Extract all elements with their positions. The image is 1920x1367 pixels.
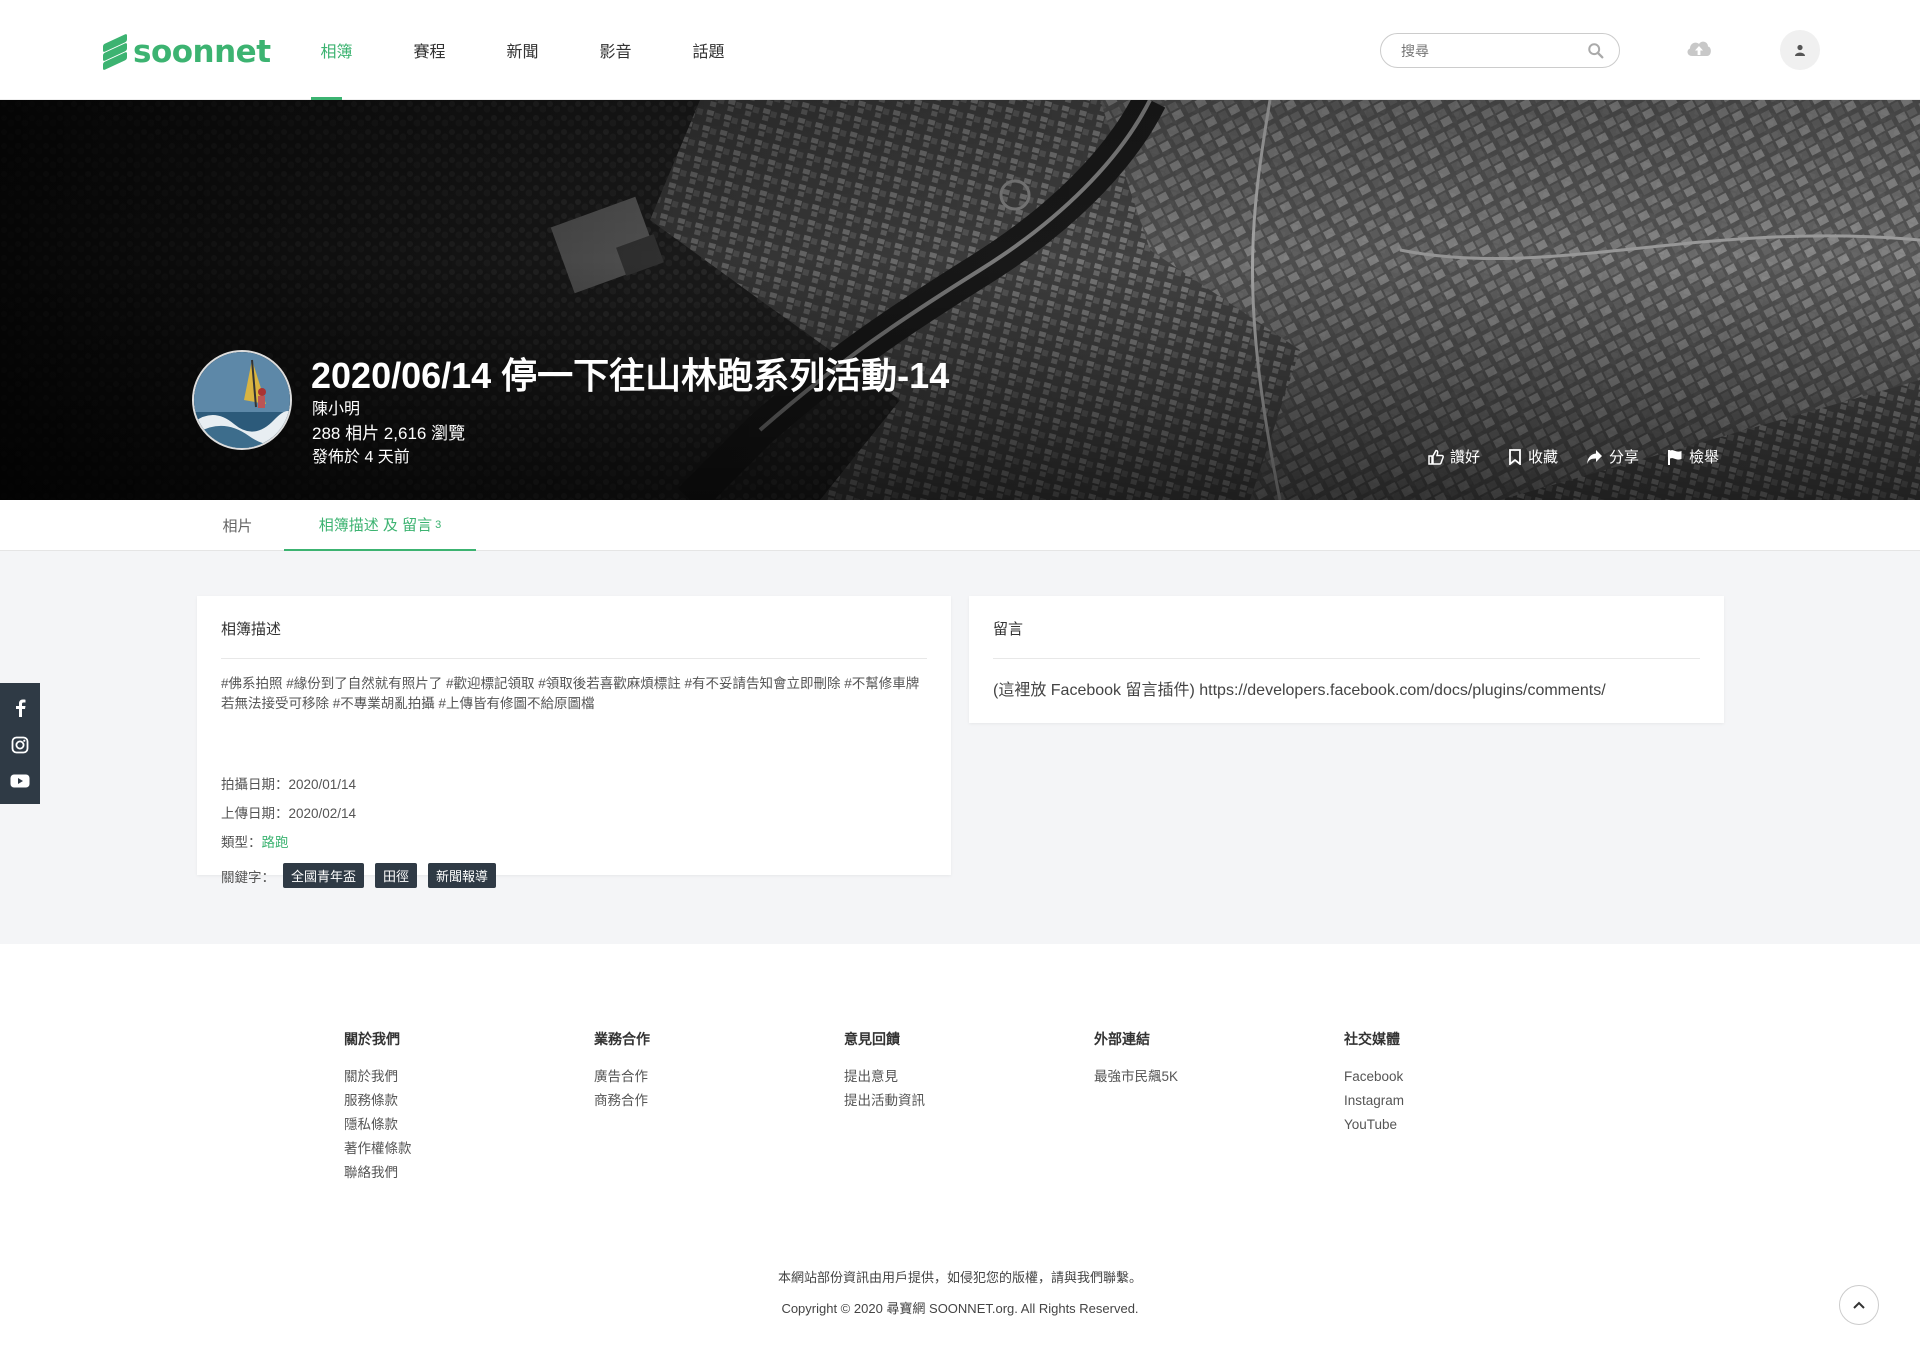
thumbs-up-icon (1428, 449, 1444, 465)
album-actions: 讚好 收藏 分享 檢舉 (1428, 446, 1747, 467)
keywords-label: 關鍵字： (221, 869, 275, 885)
share-label: 分享 (1609, 449, 1640, 466)
footer-col-external: 外部連結 最強市民飆5K (1094, 1029, 1178, 1089)
album-author[interactable]: 陳小明 (312, 395, 360, 419)
divider (221, 658, 927, 659)
like-label: 讚好 (1450, 449, 1481, 466)
footer-col-social: 社交媒體 Facebook Instagram YouTube (1344, 1029, 1404, 1137)
site-logo[interactable]: soonnet (103, 33, 271, 71)
shot-date-row: 拍攝日期：2020/01/14 (221, 773, 356, 793)
footer-link[interactable]: 商務合作 (594, 1089, 650, 1113)
bookmark-label: 收藏 (1528, 449, 1559, 466)
facebook-icon[interactable] (13, 699, 27, 717)
comment-count-badge: 3 (435, 518, 442, 531)
main-content: 相簿描述 #佛系拍照 #緣份到了自然就有照片了 #歡迎標記領取 #領取後若喜歡麻… (0, 551, 1920, 944)
author-avatar[interactable] (192, 350, 292, 450)
search-icon[interactable] (1587, 42, 1605, 60)
footer-col-business: 業務合作 廣告合作 商務合作 (594, 1029, 650, 1113)
footer-col-title: 意見回饋 (844, 1031, 900, 1047)
bookmark-button[interactable]: 收藏 (1508, 446, 1558, 467)
share-button[interactable]: 分享 (1586, 446, 1639, 467)
description-heading: 相簿描述 (221, 621, 282, 638)
nav-item-news[interactable]: 新聞 (476, 0, 569, 100)
logo-text: soonnet (133, 34, 271, 70)
tab-photos-label: 相片 (222, 518, 253, 535)
type-link[interactable]: 路跑 (262, 835, 289, 850)
copyright-notice: 本網站部份資訊由用戶提供，如侵犯您的版權，請與我們聯繫。 (777, 1270, 1142, 1285)
album-tabs: 相片 相簿描述 及 留言 3 (0, 500, 1920, 551)
nav-item-topics[interactable]: 話題 (662, 0, 755, 100)
windsurfer-photo (194, 352, 290, 448)
footer-link[interactable]: 提出意見 (844, 1065, 925, 1089)
copyright-text: Copyright © 2020 尋寶網 SOONNET.org. All Ri… (781, 1301, 1139, 1316)
footer-link[interactable]: 隱私條款 (344, 1113, 412, 1137)
footer-col-title: 社交媒體 (1344, 1031, 1400, 1047)
footer-link[interactable]: 聯絡我們 (344, 1161, 412, 1185)
nav-item-albums[interactable]: 相簿 (290, 0, 383, 100)
type-label: 類型： (221, 835, 262, 850)
album-stats: 288 相片 2,616 瀏覽 (312, 424, 466, 443)
footer-link[interactable]: Instagram (1344, 1089, 1404, 1113)
keyword-tag[interactable]: 新聞報導 (428, 863, 497, 888)
upload-date-value: 2020/02/14 (288, 806, 357, 821)
album-hero: 2020/06/14 停一下往山林跑系列活動-14 陳小明 288 相片 2,6… (0, 100, 1920, 500)
album-title: 2020/06/14 停一下往山林跑系列活動-14 (311, 355, 950, 396)
footer-col-feedback: 意見回饋 提出意見 提出活動資訊 (844, 1029, 925, 1113)
tab-description-label: 相簿描述 及 留言 (318, 517, 433, 534)
report-button[interactable]: 檢舉 (1667, 446, 1719, 467)
hero-shade-bottom (0, 100, 1920, 500)
upload-date-row: 上傳日期：2020/02/14 (221, 802, 356, 822)
footer-col-title: 業務合作 (594, 1031, 650, 1047)
keywords-row: 關鍵字： 全國青年盃 田徑 新聞報導 (221, 863, 497, 888)
shot-date-label: 拍攝日期： (221, 777, 289, 792)
comments-card: 留言 (這裡放 Facebook 留言插件) https://developer… (969, 596, 1724, 723)
footer-link[interactable]: YouTube (1344, 1113, 1404, 1137)
footer-link[interactable]: 服務條款 (344, 1089, 412, 1113)
footer-col-about: 關於我們 關於我們 服務條款 隱私條款 著作權條款 聯絡我們 (344, 1029, 412, 1185)
shot-date-value: 2020/01/14 (288, 777, 357, 792)
bookmark-icon (1509, 448, 1521, 465)
youtube-icon[interactable] (10, 773, 30, 789)
nav-item-video[interactable]: 影音 (569, 0, 662, 100)
tab-photos[interactable]: 相片 (200, 500, 275, 551)
footer-link[interactable]: 著作權條款 (344, 1137, 412, 1161)
footer-link[interactable]: 最強市民飆5K (1094, 1065, 1178, 1089)
search-input[interactable] (1381, 34, 1581, 67)
social-sidebar (0, 683, 40, 804)
comments-plugin-placeholder: (這裡放 Facebook 留言插件) https://developers.f… (993, 682, 1606, 699)
share-icon (1587, 449, 1603, 464)
like-button[interactable]: 讚好 (1428, 446, 1480, 467)
footer-link[interactable]: Facebook (1344, 1065, 1404, 1089)
report-label: 檢舉 (1689, 449, 1720, 466)
logo-mark-icon (103, 33, 127, 71)
site-footer: 關於我們 關於我們 服務條款 隱私條款 著作權條款 聯絡我們 業務合作 廣告合作… (0, 944, 1920, 1367)
flag-icon (1668, 449, 1682, 465)
footer-link[interactable]: 廣告合作 (594, 1065, 650, 1089)
description-card: 相簿描述 #佛系拍照 #緣份到了自然就有照片了 #歡迎標記領取 #領取後若喜歡麻… (197, 596, 951, 888)
instagram-icon[interactable] (11, 736, 29, 754)
user-avatar-button[interactable] (1780, 30, 1820, 70)
chevron-up-icon (1853, 1301, 1865, 1309)
main-nav: 相簿 賽程 新聞 影音 話題 (290, 0, 755, 100)
footer-col-title: 關於我們 (344, 1031, 400, 1047)
footer-link[interactable]: 提出活動資訊 (844, 1089, 925, 1113)
back-to-top-button[interactable] (1839, 1285, 1879, 1325)
cloud-upload-icon[interactable] (1684, 34, 1714, 64)
description-text: #佛系拍照 #緣份到了自然就有照片了 #歡迎標記領取 #領取後若喜歡麻煩標註 #… (221, 676, 920, 711)
divider (993, 658, 1700, 659)
keyword-tag[interactable]: 田徑 (375, 863, 418, 888)
footer-link[interactable]: 關於我們 (344, 1065, 412, 1089)
comments-heading: 留言 (993, 621, 1024, 638)
user-icon (1795, 44, 1805, 56)
type-row: 類型：路跑 (221, 831, 289, 851)
search-box (1380, 33, 1620, 68)
keyword-tag[interactable]: 全國青年盃 (283, 863, 365, 888)
site-header: soonnet 相簿 賽程 新聞 影音 話題 (0, 0, 1920, 100)
upload-date-label: 上傳日期： (221, 806, 289, 821)
tab-description-comments[interactable]: 相簿描述 及 留言 3 (284, 500, 476, 551)
footer-col-title: 外部連結 (1094, 1031, 1150, 1047)
nav-item-schedule[interactable]: 賽程 (383, 0, 476, 100)
album-posted-time: 發佈於 4 天前 (312, 449, 410, 466)
